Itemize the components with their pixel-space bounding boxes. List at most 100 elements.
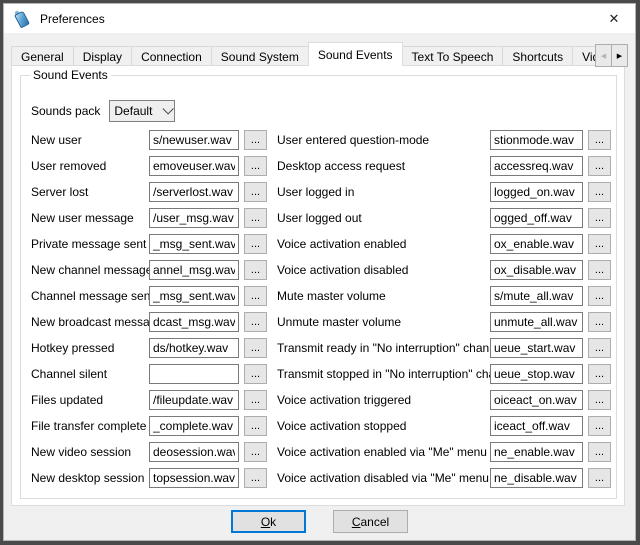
event-label: Voice activation disabled via "Me" menu — [277, 471, 490, 485]
sound-file-input[interactable] — [149, 338, 239, 358]
browse-button[interactable]: ... — [588, 234, 611, 254]
browse-button[interactable]: ... — [244, 260, 267, 280]
browse-button[interactable]: ... — [588, 442, 611, 462]
table-row: User removed ... Desktop access request … — [31, 153, 611, 179]
sound-file-input[interactable] — [490, 468, 583, 488]
browse-button[interactable]: ... — [588, 416, 611, 436]
table-row: Channel silent ... Transmit stopped in "… — [31, 361, 611, 387]
browse-button[interactable]: ... — [244, 416, 267, 436]
browse-button[interactable]: ... — [588, 390, 611, 410]
browse-button[interactable]: ... — [244, 130, 267, 150]
browse-button[interactable]: ... — [588, 338, 611, 358]
sound-file-input[interactable] — [149, 468, 239, 488]
sound-file-input[interactable] — [490, 442, 583, 462]
browse-button[interactable]: ... — [244, 286, 267, 306]
table-row: New channel message ... Voice activation… — [31, 257, 611, 283]
sound-file-input[interactable] — [149, 208, 239, 228]
event-label: Voice activation triggered — [277, 393, 490, 407]
table-row: Files updated ... Voice activation trigg… — [31, 387, 611, 413]
event-label: Transmit stopped in "No interruption" ch… — [277, 367, 490, 381]
table-row: New video session ... Voice activation e… — [31, 439, 611, 465]
event-label: Channel silent — [31, 367, 149, 381]
tab-text-to-speech[interactable]: Text To Speech — [402, 46, 504, 66]
sound-file-input[interactable] — [149, 156, 239, 176]
browse-button[interactable]: ... — [244, 182, 267, 202]
tab-bar: General Display Connection Sound System … — [11, 42, 629, 66]
tab-scroll-left-icon[interactable]: ◀ — [595, 44, 612, 67]
tab-shortcuts[interactable]: Shortcuts — [502, 46, 573, 66]
close-icon[interactable]: ✕ — [593, 4, 635, 33]
sound-file-input[interactable] — [149, 182, 239, 202]
browse-button[interactable]: ... — [244, 364, 267, 384]
sound-events-page: Sound Events Sounds pack Default New use… — [11, 65, 625, 506]
event-label: Transmit ready in "No interruption" chan… — [277, 341, 490, 355]
tab-general[interactable]: General — [11, 46, 74, 66]
event-label: New user — [31, 133, 149, 147]
event-label: Mute master volume — [277, 289, 490, 303]
ok-button[interactable]: Ok — [231, 510, 306, 533]
sound-file-input[interactable] — [490, 260, 583, 280]
browse-button[interactable]: ... — [588, 208, 611, 228]
groupbox-title: Sound Events — [30, 68, 111, 82]
event-label: User logged in — [277, 185, 490, 199]
browse-button[interactable]: ... — [588, 364, 611, 384]
browse-button[interactable]: ... — [244, 390, 267, 410]
tab-connection[interactable]: Connection — [131, 46, 212, 66]
sound-file-input[interactable] — [149, 312, 239, 332]
browse-button[interactable]: ... — [588, 468, 611, 488]
browse-button[interactable]: ... — [244, 234, 267, 254]
sound-file-input[interactable] — [490, 312, 583, 332]
table-row: Channel message sent ... Mute master vol… — [31, 283, 611, 309]
event-label: New video session — [31, 445, 149, 459]
desktop-background: Preferences ✕ General Display Connection… — [0, 0, 640, 545]
sound-event-rows: New user ... User entered question-mode … — [31, 127, 611, 491]
browse-button[interactable]: ... — [588, 182, 611, 202]
tab-scroll-right-icon[interactable]: ▶ — [611, 44, 628, 67]
browse-button[interactable]: ... — [244, 468, 267, 488]
sound-file-input[interactable] — [490, 364, 583, 384]
browse-button[interactable]: ... — [244, 338, 267, 358]
table-row: New desktop session ... Voice activation… — [31, 465, 611, 491]
browse-button[interactable]: ... — [588, 130, 611, 150]
sound-file-input[interactable] — [149, 364, 239, 384]
event-label: User entered question-mode — [277, 133, 490, 147]
event-label: File transfer complete — [31, 419, 149, 433]
sound-file-input[interactable] — [149, 130, 239, 150]
browse-button[interactable]: ... — [244, 208, 267, 228]
sound-file-input[interactable] — [490, 156, 583, 176]
sound-file-input[interactable] — [490, 390, 583, 410]
event-label: Files updated — [31, 393, 149, 407]
preferences-dialog: Preferences ✕ General Display Connection… — [3, 3, 636, 541]
browse-button[interactable]: ... — [588, 260, 611, 280]
sound-file-input[interactable] — [490, 208, 583, 228]
browse-button[interactable]: ... — [244, 312, 267, 332]
browse-button[interactable]: ... — [244, 442, 267, 462]
sound-file-input[interactable] — [149, 234, 239, 254]
tab-sound-events[interactable]: Sound Events — [308, 42, 403, 66]
event-label: New broadcast message — [31, 315, 149, 329]
sound-file-input[interactable] — [149, 390, 239, 410]
sound-file-input[interactable] — [149, 260, 239, 280]
sound-file-input[interactable] — [490, 338, 583, 358]
table-row: New user message ... User logged out ... — [31, 205, 611, 231]
tab-display[interactable]: Display — [73, 46, 132, 66]
sound-file-input[interactable] — [490, 286, 583, 306]
tab-sound-system[interactable]: Sound System — [211, 46, 309, 66]
sound-file-input[interactable] — [490, 234, 583, 254]
sound-file-input[interactable] — [149, 416, 239, 436]
cancel-button[interactable]: Cancel — [333, 510, 408, 533]
sound-file-input[interactable] — [149, 442, 239, 462]
sound-file-input[interactable] — [149, 286, 239, 306]
sounds-pack-select[interactable]: Default — [109, 100, 175, 122]
browse-button[interactable]: ... — [588, 286, 611, 306]
sound-file-input[interactable] — [490, 130, 583, 150]
browse-button[interactable]: ... — [244, 156, 267, 176]
sound-file-input[interactable] — [490, 416, 583, 436]
event-label: User removed — [31, 159, 149, 173]
event-label: Voice activation stopped — [277, 419, 490, 433]
event-label: Voice activation disabled — [277, 263, 490, 277]
sound-file-input[interactable] — [490, 182, 583, 202]
chevron-down-icon — [163, 103, 174, 114]
browse-button[interactable]: ... — [588, 312, 611, 332]
browse-button[interactable]: ... — [588, 156, 611, 176]
